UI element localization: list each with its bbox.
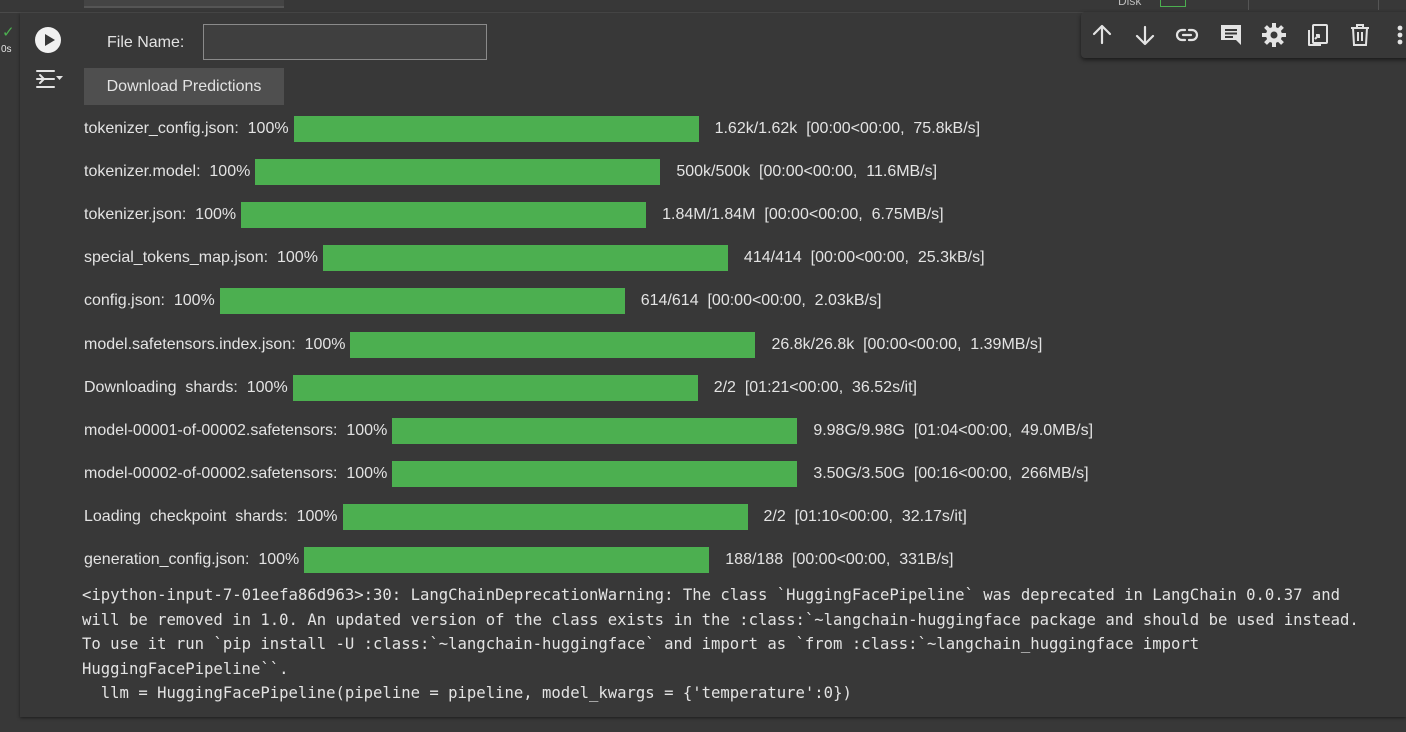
progress-stats: 2/2 [01:10<00:00, 32.17s/it] <box>763 508 967 525</box>
progress-fill <box>322 245 728 271</box>
progress-row: tokenizer.model: 100% 500k/500k [00:00<00… <box>84 158 937 186</box>
progress-row: special_tokens_map.json: 100% 414/414 [00… <box>84 244 985 272</box>
disk-usage-bar[interactable] <box>1160 0 1186 7</box>
progress-fill <box>392 418 798 444</box>
progress-stats: 9.98G/9.98G [01:04<00:00, 49.0MB/s] <box>813 422 1094 439</box>
progress-stats: 1.84M/1.84M [00:00<00:00, 6.75MB/s] <box>662 206 944 223</box>
progress-bar <box>293 116 699 142</box>
progress-fill <box>241 202 647 228</box>
progress-label: config.json: 100% <box>84 292 215 309</box>
progress-label: generation_config.json: 100% <box>84 551 300 568</box>
progress-fill <box>219 288 625 314</box>
progress-stats: 1.62k/1.62k [00:00<00:00, 75.8kB/s] <box>714 120 981 137</box>
trash-icon[interactable] <box>1347 22 1373 48</box>
progress-stats: 2/2 [01:21<00:00, 36.52s/it] <box>713 379 917 396</box>
progress-fill <box>255 159 661 185</box>
progress-fill <box>392 461 798 487</box>
comment-icon[interactable] <box>1218 22 1244 48</box>
progress-bar <box>342 504 748 530</box>
progress-row: Downloading shards: 100% 2/2 [01:21<00:00… <box>84 374 917 402</box>
progress-row: tokenizer.json: 100% 1.84M/1.84M [00:00<0… <box>84 201 944 229</box>
progress-stats: 614/614 [00:00<00:00, 2.03kB/s] <box>640 292 882 309</box>
progress-label: special_tokens_map.json: 100% <box>84 249 318 266</box>
previous-output-stub <box>84 0 284 8</box>
cell-toolbar <box>1081 12 1406 58</box>
progress-bar <box>350 332 756 358</box>
arrow-down-icon[interactable] <box>1132 22 1158 48</box>
progress-bar <box>219 288 625 314</box>
progress-bar <box>322 245 728 271</box>
progress-stats: 500k/500k [00:00<00:00, 11.6MB/s] <box>676 163 938 180</box>
progress-fill <box>350 332 756 358</box>
progress-label: Loading checkpoint shards: 100% <box>84 508 338 525</box>
link-icon[interactable] <box>1174 22 1200 48</box>
progress-row: model-00002-of-00002.safetensors: 100% 3.… <box>84 460 1089 488</box>
progress-label: model-00002-of-00002.safetensors: 100% <box>84 465 388 482</box>
progress-label: tokenizer.json: 100% <box>84 206 237 223</box>
progress-row: tokenizer_config.json: 100% 1.62k/1.62k [… <box>84 115 980 143</box>
progress-bar <box>292 375 698 401</box>
progress-bar <box>392 461 798 487</box>
progress-label: tokenizer_config.json: 100% <box>84 120 289 137</box>
divider <box>1248 0 1249 10</box>
disk-label: Disk <box>1118 0 1142 8</box>
progress-label: model.safetensors.index.json: 100% <box>84 336 346 353</box>
run-cell-button[interactable] <box>35 27 61 53</box>
divider <box>1378 0 1379 10</box>
progress-row: model-00001-of-00002.safetensors: 100% 9.… <box>84 417 1093 445</box>
progress-fill <box>342 504 748 530</box>
execution-time: 0s <box>1 44 12 55</box>
progress-bar <box>304 547 710 573</box>
progress-fill <box>293 116 699 142</box>
progress-fill <box>292 375 698 401</box>
more-vertical-icon[interactable] <box>1393 22 1406 48</box>
deprecation-warning-output: <ipython-input-7-01eefa86d963>:30: LangC… <box>82 586 1359 702</box>
progress-label: Downloading shards: 100% <box>84 379 288 396</box>
progress-row: config.json: 100% 614/614 [00:00<00:00, 2… <box>84 287 881 315</box>
gear-icon[interactable] <box>1261 22 1287 48</box>
progress-row: Loading checkpoint shards: 100% 2/2 [01:1… <box>84 503 967 531</box>
progress-stats: 414/414 [00:00<00:00, 25.3kB/s] <box>743 249 985 266</box>
progress-label: model-00001-of-00002.safetensors: 100% <box>84 422 388 439</box>
progress-stats: 188/188 [00:00<00:00, 331B/s] <box>725 551 954 568</box>
progress-label: tokenizer.model: 100% <box>84 163 251 180</box>
progress-stats: 26.8k/26.8k [00:00<00:00, 1.39MB/s] <box>771 336 1043 353</box>
check-icon: ✓ <box>2 24 15 41</box>
output-toggle-icon[interactable] <box>34 66 64 94</box>
progress-bar <box>392 418 798 444</box>
arrow-up-icon[interactable] <box>1089 22 1115 48</box>
file-name-input[interactable] <box>203 24 487 60</box>
progress-row: generation_config.json: 100% 188/188 [00:… <box>84 546 953 574</box>
progress-bar <box>241 202 647 228</box>
file-name-label: File Name: <box>107 34 185 51</box>
progress-row: model.safetensors.index.json: 100% 26.8k/… <box>84 331 1042 359</box>
mirror-cell-icon[interactable] <box>1304 22 1330 48</box>
progress-stats: 3.50G/3.50G [00:16<00:00, 266MB/s] <box>813 465 1089 482</box>
download-predictions-button[interactable]: Download Predictions <box>84 68 284 105</box>
progress-fill <box>304 547 710 573</box>
progress-bar <box>255 159 661 185</box>
